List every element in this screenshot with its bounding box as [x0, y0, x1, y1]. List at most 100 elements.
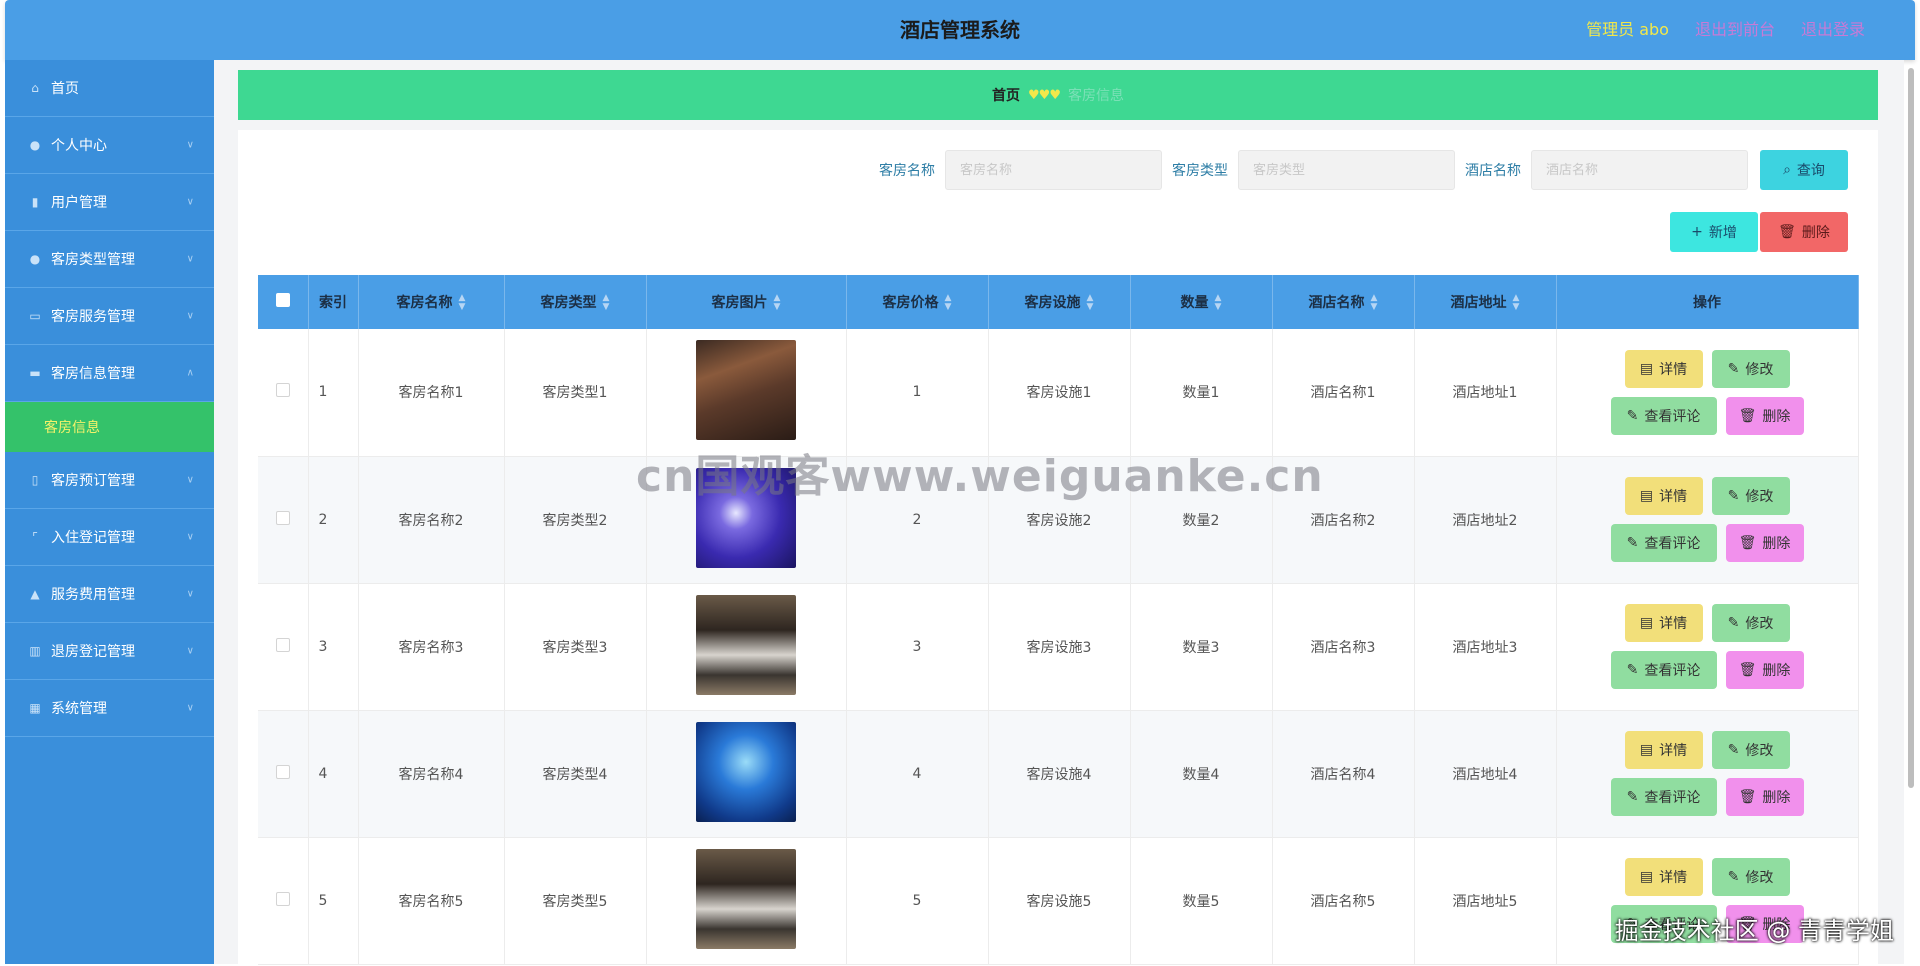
cell-room-type: 客房类型3	[504, 583, 647, 711]
edit-button[interactable]: ✎ 修改	[1711, 604, 1790, 642]
detail-button[interactable]: ▤ 详情	[1624, 731, 1703, 769]
sidebar-item-checkin[interactable]: ⌜ 入住登记管理 ∨	[5, 509, 214, 566]
delete-button[interactable]: 🗑 删除	[1725, 651, 1804, 689]
trash-icon: 🗑	[1738, 789, 1757, 805]
chevron-down-icon: ∨	[186, 474, 194, 486]
batch-delete-label: 删除	[1801, 225, 1830, 241]
sidebar-item-room-types[interactable]: ● 客房类型管理 ∨	[5, 231, 214, 288]
add-button[interactable]: + 新增	[1670, 212, 1758, 252]
cell-hotel-address: 酒店地址1	[1414, 329, 1557, 457]
cell-hotel-address: 酒店地址2	[1414, 456, 1557, 584]
sort-icon[interactable]: ▲ ▼	[459, 294, 466, 312]
sidebar-item-label: 个人中心	[51, 138, 107, 154]
phone-icon: ▯	[31, 473, 39, 487]
breadcrumb-home[interactable]: 首页	[992, 85, 1020, 105]
heart-icon: ♥♥♥	[1028, 87, 1061, 103]
sidebar-item-label: 服务费用管理	[51, 587, 135, 603]
view-reviews-button[interactable]: ✎ 查看评论	[1610, 396, 1717, 435]
monitor-icon: ▬	[29, 366, 41, 380]
cell-hotel-name: 酒店名称5	[1272, 837, 1415, 965]
delete-button[interactable]: 🗑 删除	[1725, 396, 1804, 435]
sort-icon[interactable]: ▲ ▼	[774, 294, 781, 312]
detail-button[interactable]: ▤ 详情	[1624, 349, 1703, 388]
row-checkbox[interactable]	[275, 637, 290, 652]
cell-hotel-name: 酒店名称4	[1272, 710, 1415, 838]
sidebar-item-system[interactable]: ▦ 系统管理 ∨	[5, 680, 214, 737]
room-photo[interactable]	[696, 721, 796, 822]
cell-hotel-address: 酒店地址4	[1414, 710, 1557, 838]
home-icon: ⌂	[31, 81, 39, 95]
cell-room-name: 客房名称3	[358, 583, 505, 711]
col-room-price[interactable]: 客房价格 ▲ ▼	[846, 275, 989, 329]
room-type-input[interactable]	[1238, 150, 1455, 190]
sort-icon[interactable]: ▲ ▼	[1371, 294, 1378, 312]
detail-button[interactable]: ▤ 详情	[1624, 477, 1703, 515]
sidebar-item-fees[interactable]: ▲ 服务费用管理 ∨	[5, 566, 214, 623]
delete-button[interactable]: 🗑 删除	[1725, 778, 1804, 816]
col-hotel-address[interactable]: 酒店地址 ▲ ▼	[1414, 275, 1557, 329]
chart-icon: ▮	[31, 195, 39, 209]
detail-button[interactable]: ▤ 详情	[1624, 604, 1703, 642]
view-reviews-button[interactable]: ✎ 查看评论	[1610, 524, 1717, 562]
cell-quantity: 数量3	[1130, 583, 1273, 711]
doc-icon: ▤	[1639, 615, 1654, 631]
user-icon: ●	[29, 138, 41, 152]
content-panel: 客房名称 客房类型 酒店名称 ⌕ 查询 + 新增 🗑 删除	[238, 130, 1878, 965]
room-photo[interactable]	[696, 848, 796, 949]
col-quantity[interactable]: 数量 ▲ ▼	[1130, 275, 1273, 329]
sidebar-item-label: 客房服务管理	[51, 309, 135, 325]
cell-facilities: 客房设施4	[988, 710, 1131, 838]
cell-room-type: 客房类型2	[504, 456, 647, 584]
page-scrollbar[interactable]	[1906, 60, 1916, 964]
sidebar-item-home[interactable]: ⌂ 首页	[5, 60, 214, 117]
sidebar-item-label: 用户管理	[51, 195, 107, 211]
sort-icon[interactable]: ▲ ▼	[1087, 294, 1094, 312]
select-all-checkbox[interactable]	[275, 293, 290, 307]
sidebar-item-profile[interactable]: ● 个人中心 ∨	[5, 117, 214, 174]
sort-icon[interactable]: ▲ ▼	[603, 294, 610, 312]
admin-name: 管理员 abo	[1586, 20, 1669, 39]
submenu-item-label: 客房信息	[44, 420, 100, 436]
sidebar: ⌂ 首页 ● 个人中心 ∨ ▮ 用户管理 ∨ ● 客房类型管理 ∨ ▭ 客房服务…	[5, 60, 214, 964]
sort-icon[interactable]: ▲ ▼	[1215, 294, 1222, 312]
edit-button[interactable]: ✎ 修改	[1711, 858, 1790, 896]
cell-room-name: 客房名称5	[358, 837, 505, 965]
submenu-item-room-info[interactable]: 客房信息	[5, 402, 214, 452]
col-room-type[interactable]: 客房类型 ▲ ▼	[504, 275, 647, 329]
view-reviews-button[interactable]: ✎ 查看评论	[1610, 778, 1717, 816]
col-facilities[interactable]: 客房设施 ▲ ▼	[988, 275, 1131, 329]
sidebar-item-room-services[interactable]: ▭ 客房服务管理 ∨	[5, 288, 214, 345]
row-checkbox[interactable]	[275, 764, 290, 779]
edit-button[interactable]: ✎ 修改	[1711, 731, 1790, 769]
col-room-image[interactable]: 客房图片 ▲ ▼	[646, 275, 847, 329]
scrollbar-thumb[interactable]	[1908, 68, 1914, 788]
logout-link[interactable]: 退出登录	[1801, 0, 1865, 60]
view-reviews-button[interactable]: ✎ 查看评论	[1610, 651, 1717, 689]
hotel-name-input[interactable]	[1531, 150, 1748, 190]
room-name-input[interactable]	[945, 150, 1162, 190]
edit-button[interactable]: ✎ 修改	[1711, 477, 1790, 515]
row-checkbox[interactable]	[275, 510, 290, 525]
sidebar-item-bookings[interactable]: ▯ 客房预订管理 ∨	[5, 452, 214, 509]
sidebar-item-room-info[interactable]: ▬ 客房信息管理 ∧	[5, 345, 214, 402]
breadcrumb: 首页 ♥♥♥ 客房信息	[238, 70, 1878, 120]
query-button[interactable]: ⌕ 查询	[1760, 150, 1848, 190]
detail-button[interactable]: ▤ 详情	[1624, 858, 1703, 896]
sort-icon[interactable]: ▲ ▼	[945, 294, 952, 312]
row-checkbox[interactable]	[275, 383, 290, 398]
batch-delete-button[interactable]: 🗑 删除	[1760, 212, 1848, 252]
sort-icon[interactable]: ▲ ▼	[1513, 294, 1520, 312]
edit-button[interactable]: ✎ 修改	[1711, 349, 1790, 388]
watermark: cn国观客www.weiguanke.cn	[636, 451, 1324, 502]
room-photo[interactable]	[696, 594, 796, 695]
sidebar-item-users[interactable]: ▮ 用户管理 ∨	[5, 174, 214, 231]
pen-icon: ✎	[1626, 662, 1639, 678]
sidebar-item-checkout[interactable]: ▥ 退房登记管理 ∨	[5, 623, 214, 680]
chevron-down-icon: ∨	[186, 139, 194, 151]
room-photo[interactable]	[696, 340, 796, 441]
row-checkbox[interactable]	[275, 891, 290, 906]
delete-button[interactable]: 🗑 删除	[1725, 524, 1804, 562]
back-to-frontend-link[interactable]: 退出到前台	[1695, 0, 1775, 60]
col-room-name[interactable]: 客房名称 ▲ ▼	[358, 275, 505, 329]
col-hotel-name[interactable]: 酒店名称 ▲ ▼	[1272, 275, 1415, 329]
